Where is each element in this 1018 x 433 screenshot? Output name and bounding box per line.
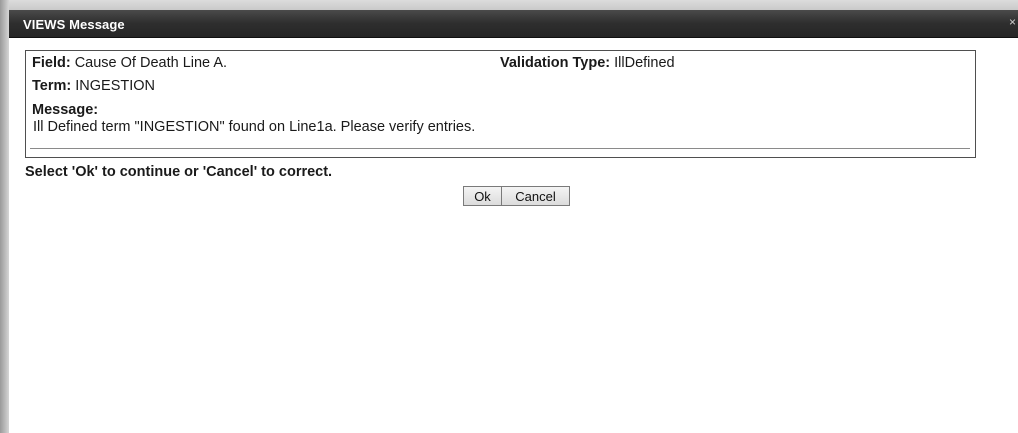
button-group: Ok Cancel [463,186,570,208]
dialog-title: VIEWS Message [23,17,125,32]
ok-button[interactable]: Ok [463,186,502,206]
close-icon[interactable]: × [1009,16,1016,28]
message-label: Message: [32,102,99,118]
divider [30,148,970,149]
term-label: Term: [32,78,72,94]
screen: VIEWS Message × Field: Cause Of Death Li… [0,0,1018,433]
background-left-edge [0,0,9,433]
term-row: Term: INGESTION [32,78,155,94]
dialog-titlebar[interactable]: VIEWS Message × [9,10,1018,38]
term-value: INGESTION [75,78,156,94]
field-row: Field: Cause Of Death Line A. [32,55,227,71]
validation-type-value: IllDefined [614,55,675,71]
message-label-row: Message: [32,102,98,118]
cancel-button[interactable]: Cancel [502,186,570,206]
views-message-dialog: VIEWS Message × Field: Cause Of Death Li… [9,10,1018,433]
validation-type-label: Validation Type: [500,55,611,71]
background-top-edge [9,0,1018,10]
field-label: Field: [32,55,71,71]
message-text: Ill Defined term "INGESTION" found on Li… [33,119,476,135]
validation-type-row: Validation Type: IllDefined [500,55,675,71]
confirmation-prompt: Select 'Ok' to continue or 'Cancel' to c… [25,164,333,180]
field-value: Cause Of Death Line A. [74,55,228,71]
validation-details-box: Field: Cause Of Death Line A. Validation… [25,50,976,158]
